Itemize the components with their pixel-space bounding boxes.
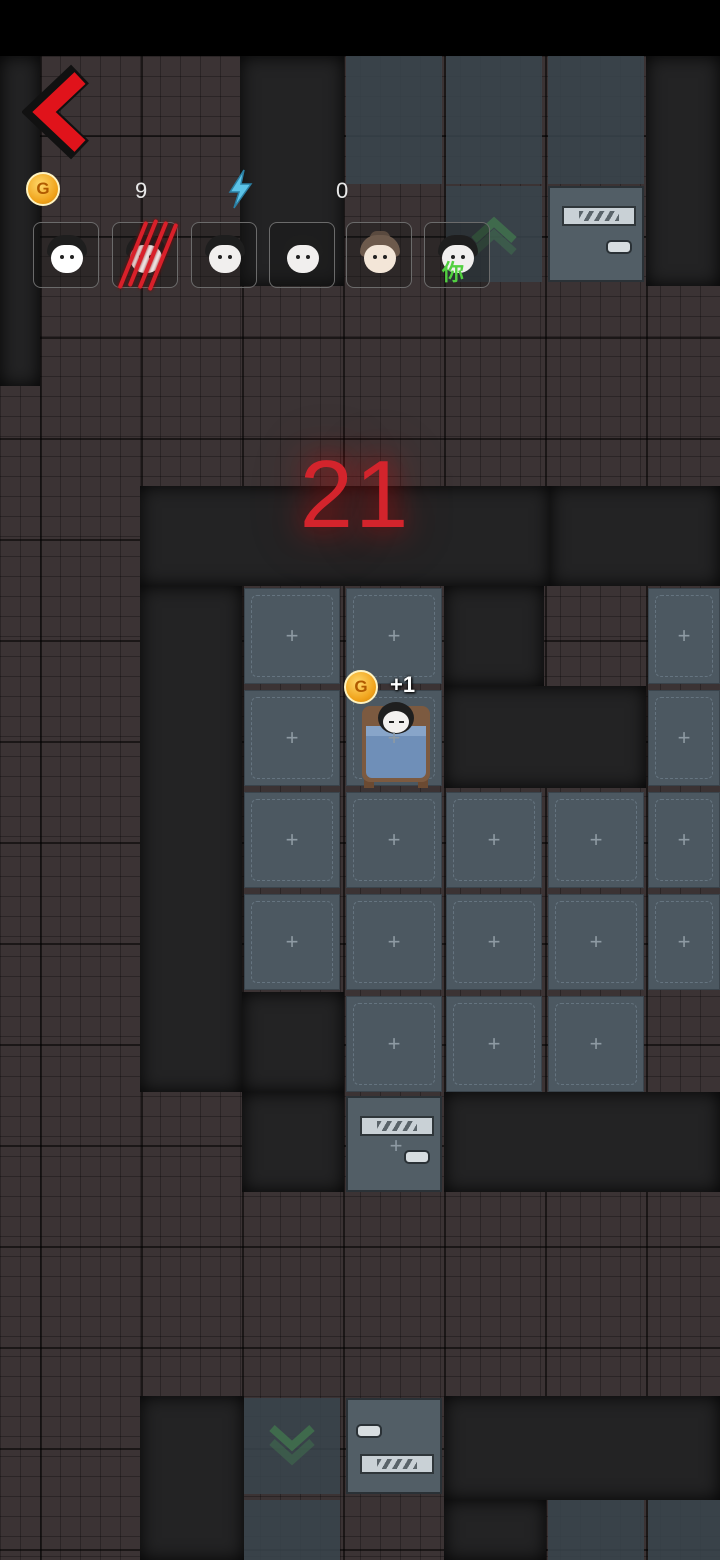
room-tile[interactable]: + [648,894,720,990]
room-tile[interactable]: + [648,792,720,888]
room-tile[interactable]: + [244,690,340,786]
build-slot-icon: + [285,827,299,852]
build-slot-icon: + [285,725,299,750]
build-slot-icon: + [677,827,691,852]
room-tile [548,56,644,184]
player-slot[interactable] [33,222,99,288]
build-slot-icon: + [285,623,299,648]
door-slot [562,206,636,226]
door-knob-icon [606,240,632,254]
girl-avatar-icon [283,235,323,277]
room-tile[interactable]: + [446,996,542,1092]
player-slot[interactable] [112,218,179,292]
wall [242,992,344,1092]
build-slot-icon: + [387,725,401,750]
room-tile[interactable]: + [244,792,340,888]
room-tile[interactable]: + [346,792,442,888]
build-slot-icon: + [589,1031,603,1056]
door-slot [360,1454,434,1474]
room-tile[interactable]: + [548,792,644,888]
room-tile[interactable]: + [244,894,340,990]
player-slot[interactable] [191,222,257,288]
build-slot-icon: + [487,1031,501,1056]
wall [646,56,720,286]
build-slot-icon: + [677,929,691,954]
door[interactable] [548,186,644,282]
wall [444,1092,720,1192]
room-tile[interactable]: + [648,690,720,786]
countdown-timer: 21 [299,441,411,548]
room-tile[interactable]: + [446,894,542,990]
build-slot-icon: + [589,827,603,852]
room-tile[interactable]: + [446,792,542,888]
girl-avatar-icon [205,235,245,277]
bun-hair-avatar-icon [360,231,400,277]
room-tile[interactable]: + [548,996,644,1092]
ghost-girl-avatar-icon [47,235,87,277]
door[interactable]: + [346,1096,442,1192]
room-tile [244,1500,340,1560]
you-tag: 你 [442,260,465,285]
coin-letter: G [36,179,50,198]
room-tile[interactable]: + [648,588,720,684]
build-slot-icon: + [387,1031,401,1056]
wall [140,1396,244,1560]
room-tile[interactable]: + [244,588,340,684]
gold-count: 9 [135,178,148,203]
build-slot-icon: + [387,827,401,852]
wall [444,1396,720,1500]
room-tile [346,56,442,184]
room-tile[interactable]: + [346,894,442,990]
player-slot[interactable] [269,222,335,288]
room-tile [446,56,542,184]
door-knob-icon [356,1424,382,1438]
build-slot-icon: + [387,623,401,648]
build-slot-icon: + [387,929,401,954]
build-slot-icon: + [589,929,603,954]
wall [444,1500,546,1560]
wall [242,1092,344,1192]
build-slot-icon: + [677,725,691,750]
build-slot-icon: + [389,1133,403,1158]
door[interactable] [346,1398,442,1494]
room-tile [548,1500,644,1560]
wall [140,586,242,1092]
room-tile[interactable]: + [548,894,644,990]
build-slot-icon: + [677,623,691,648]
build-slot-icon: + [487,929,501,954]
player-slot[interactable] [346,222,412,288]
room-tile[interactable]: + [346,690,442,786]
lightning-icon [228,169,253,209]
build-slot-icon: + [285,929,299,954]
wall [550,486,720,586]
room-tile[interactable]: + [346,996,442,1092]
room-tile [648,1500,720,1560]
chevron-down-icon [269,1425,315,1466]
status-bar-area [0,0,720,56]
room-tile[interactable]: + [346,588,442,684]
energy-count: 0 [336,178,349,203]
back-button[interactable] [22,64,102,160]
wall [444,686,646,788]
build-slot-icon: + [487,827,501,852]
wall [444,586,544,686]
gold-coin-icon: G [26,172,60,206]
